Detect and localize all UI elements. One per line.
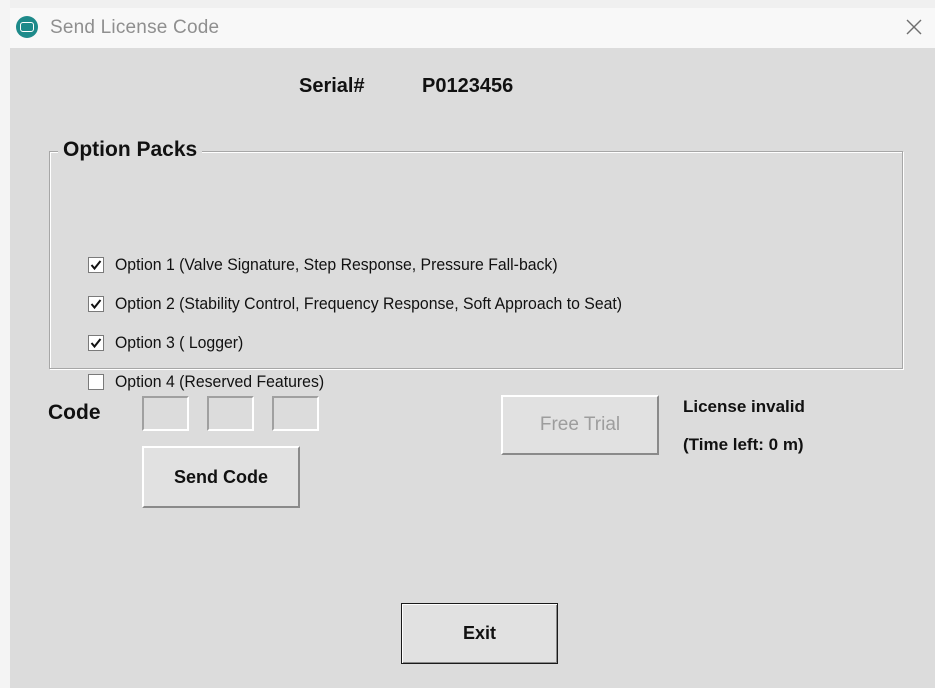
free-trial-button[interactable]: Free Trial <box>501 395 659 455</box>
code-field-1[interactable] <box>142 396 189 431</box>
code-field-2[interactable] <box>207 396 254 431</box>
code-label: Code <box>48 401 101 424</box>
window-title: Send License Code <box>50 17 220 38</box>
app-logo-icon <box>16 16 38 38</box>
checkmark-icon <box>90 299 102 310</box>
option-4-checkbox[interactable] <box>88 374 104 390</box>
exit-button[interactable]: Exit <box>401 603 558 664</box>
send-license-window: Send License Code Serial# P0123456 Optio… <box>0 0 935 688</box>
send-code-button[interactable]: Send Code <box>142 446 300 508</box>
option-packs-group: Option Packs Option 1 (Valve Signature, … <box>49 138 903 391</box>
option-3-checkbox[interactable] <box>88 335 104 351</box>
option-2-row[interactable]: Option 2 (Stability Control, Frequency R… <box>88 293 660 315</box>
license-status-text: License invalid <box>683 397 805 416</box>
option-2-checkbox[interactable] <box>88 296 104 312</box>
option-1-label: Option 1 (Valve Signature, Step Response… <box>115 255 558 274</box>
time-left-text: (Time left: 0 m) <box>683 435 804 454</box>
option-1-checkbox[interactable] <box>88 257 104 273</box>
close-icon[interactable] <box>897 10 931 44</box>
serial-value: P0123456 <box>422 75 514 97</box>
option-1-row[interactable]: Option 1 (Valve Signature, Step Response… <box>88 254 591 276</box>
title-bar[interactable]: Send License Code <box>10 8 935 48</box>
option-4-row[interactable]: Option 4 (Reserved Features) <box>88 371 340 393</box>
option-2-label: Option 2 (Stability Control, Frequency R… <box>115 294 623 313</box>
option-3-row[interactable]: Option 3 ( Logger) <box>88 332 253 354</box>
dialog-body: Serial# P0123456 Option Packs Option 1 (… <box>10 48 935 688</box>
serial-label: Serial# <box>299 75 365 97</box>
option-3-label: Option 3 ( Logger) <box>115 333 244 352</box>
code-field-3[interactable] <box>272 396 319 431</box>
checkmark-icon <box>90 260 102 271</box>
checkmark-icon <box>90 338 102 349</box>
option-4-label: Option 4 (Reserved Features) <box>115 372 325 391</box>
option-packs-title: Option Packs <box>58 138 203 162</box>
window-edge <box>0 0 10 688</box>
